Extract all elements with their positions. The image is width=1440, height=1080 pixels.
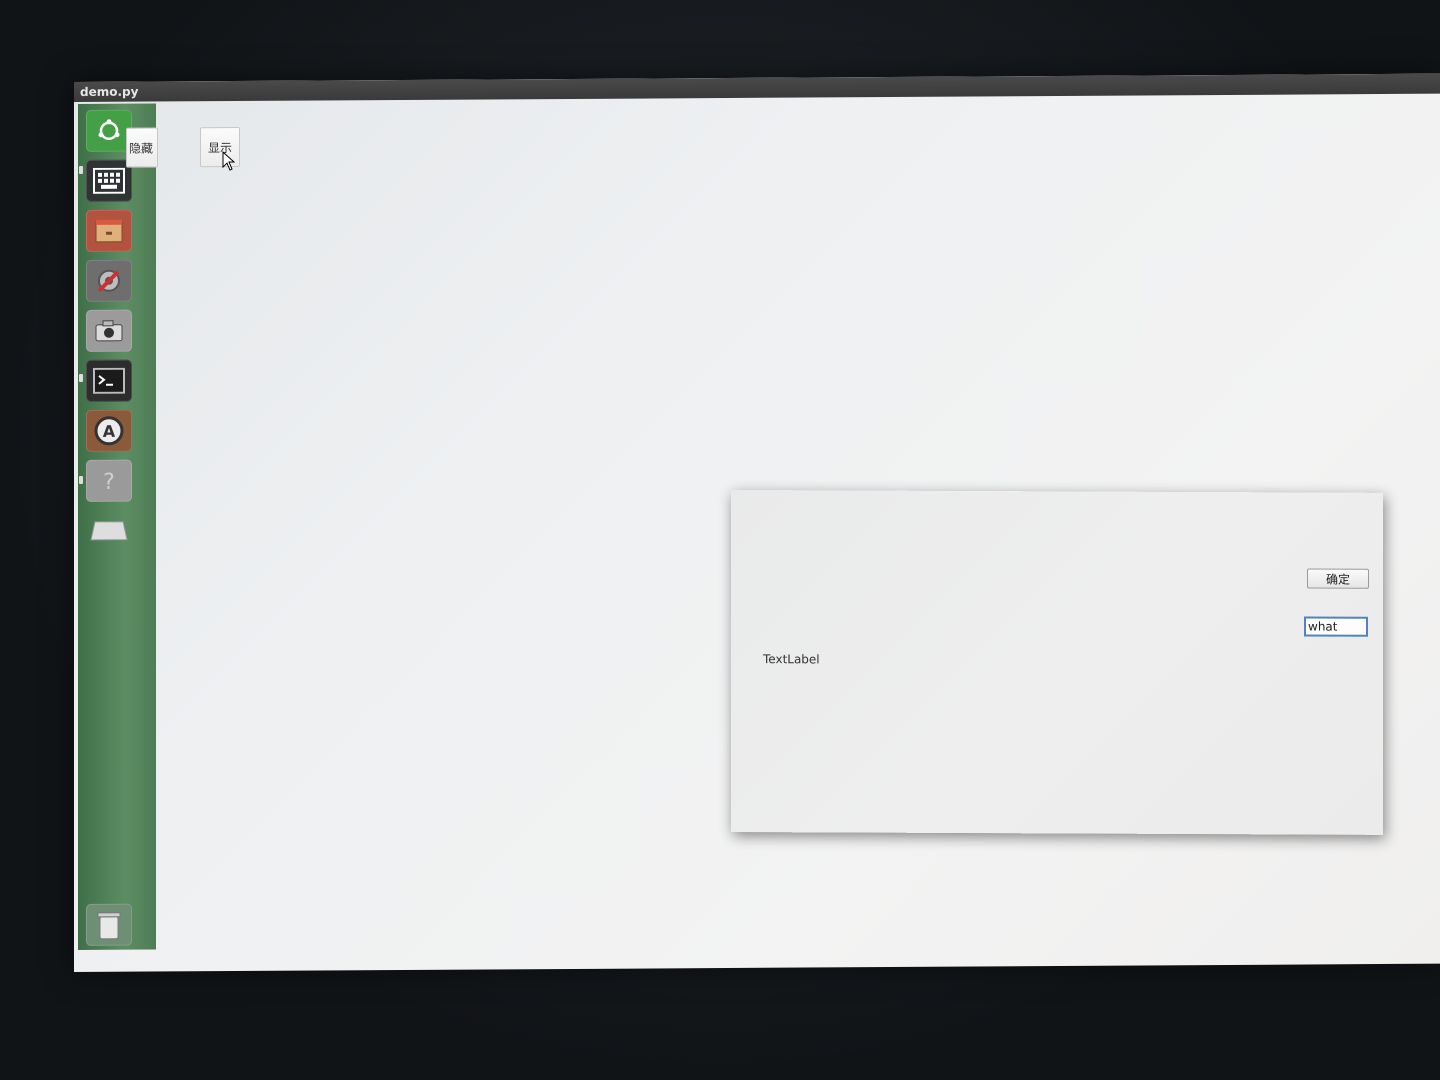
help-icon[interactable]: ? bbox=[86, 459, 132, 502]
running-indicator bbox=[79, 475, 83, 484]
camera-icon[interactable] bbox=[86, 309, 132, 352]
running-indicator bbox=[79, 373, 83, 382]
svg-text:A: A bbox=[103, 422, 116, 441]
hide-button-label: 隐藏 bbox=[128, 141, 153, 156]
text-label: TextLabel bbox=[763, 652, 820, 667]
window-title: demo.py bbox=[80, 84, 139, 99]
system-settings-icon[interactable] bbox=[86, 259, 132, 302]
dialog-window: 确定 TextLabel bbox=[731, 489, 1383, 835]
hide-button[interactable]: 隐藏 bbox=[126, 127, 158, 168]
drive-icon[interactable] bbox=[86, 510, 132, 552]
svg-text:?: ? bbox=[103, 470, 115, 495]
file-manager-icon[interactable] bbox=[86, 209, 132, 252]
ok-button[interactable]: 确定 bbox=[1307, 568, 1369, 589]
screen: demo.py A ? 隐藏 显示 确定 what TextLabel bbox=[74, 73, 1440, 973]
running-indicator bbox=[79, 165, 83, 174]
software-center-icon[interactable]: A bbox=[86, 409, 132, 452]
trash-icon[interactable] bbox=[86, 903, 132, 946]
unity-launcher: A ? bbox=[78, 103, 156, 950]
terminal-icon[interactable] bbox=[86, 359, 132, 402]
ok-button-label: 确定 bbox=[1325, 572, 1350, 587]
text-input[interactable] bbox=[1304, 616, 1368, 637]
mouse-cursor-icon bbox=[222, 151, 236, 171]
